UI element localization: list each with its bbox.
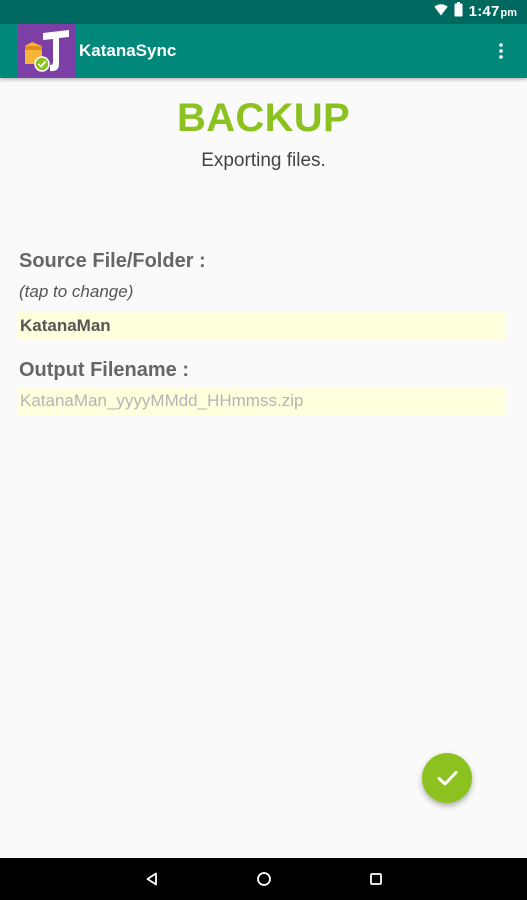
check-icon xyxy=(437,771,458,786)
output-filename-input[interactable] xyxy=(17,387,505,415)
recents-icon[interactable] xyxy=(356,858,396,900)
back-icon[interactable] xyxy=(132,858,172,900)
wifi-icon xyxy=(433,3,448,21)
home-icon[interactable] xyxy=(244,858,284,900)
status-icons: 1:47pm xyxy=(433,0,517,24)
battery-icon xyxy=(454,2,463,22)
source-hint: (tap to change) xyxy=(19,282,134,301)
status-bar: 1:47pm xyxy=(0,0,527,24)
status-clock: 1:47pm xyxy=(469,3,517,21)
overflow-menu-icon[interactable] xyxy=(485,35,517,67)
status-time: 1:47 xyxy=(468,3,500,20)
status-ampm: pm xyxy=(500,7,518,19)
app-title: KatanaSync xyxy=(79,41,177,60)
confirm-fab-button[interactable] xyxy=(422,753,472,803)
page-subtitle: Exporting files. xyxy=(201,150,326,171)
katana-logo-icon[interactable] xyxy=(18,24,75,78)
output-label: Output Filename : xyxy=(19,359,189,381)
app-bar: KatanaSync xyxy=(0,24,527,78)
source-label: Source File/Folder : xyxy=(19,250,206,272)
page-title: BACKUP xyxy=(177,96,350,140)
source-folder-field[interactable]: KatanaMan xyxy=(17,312,505,340)
navigation-bar xyxy=(0,858,527,900)
